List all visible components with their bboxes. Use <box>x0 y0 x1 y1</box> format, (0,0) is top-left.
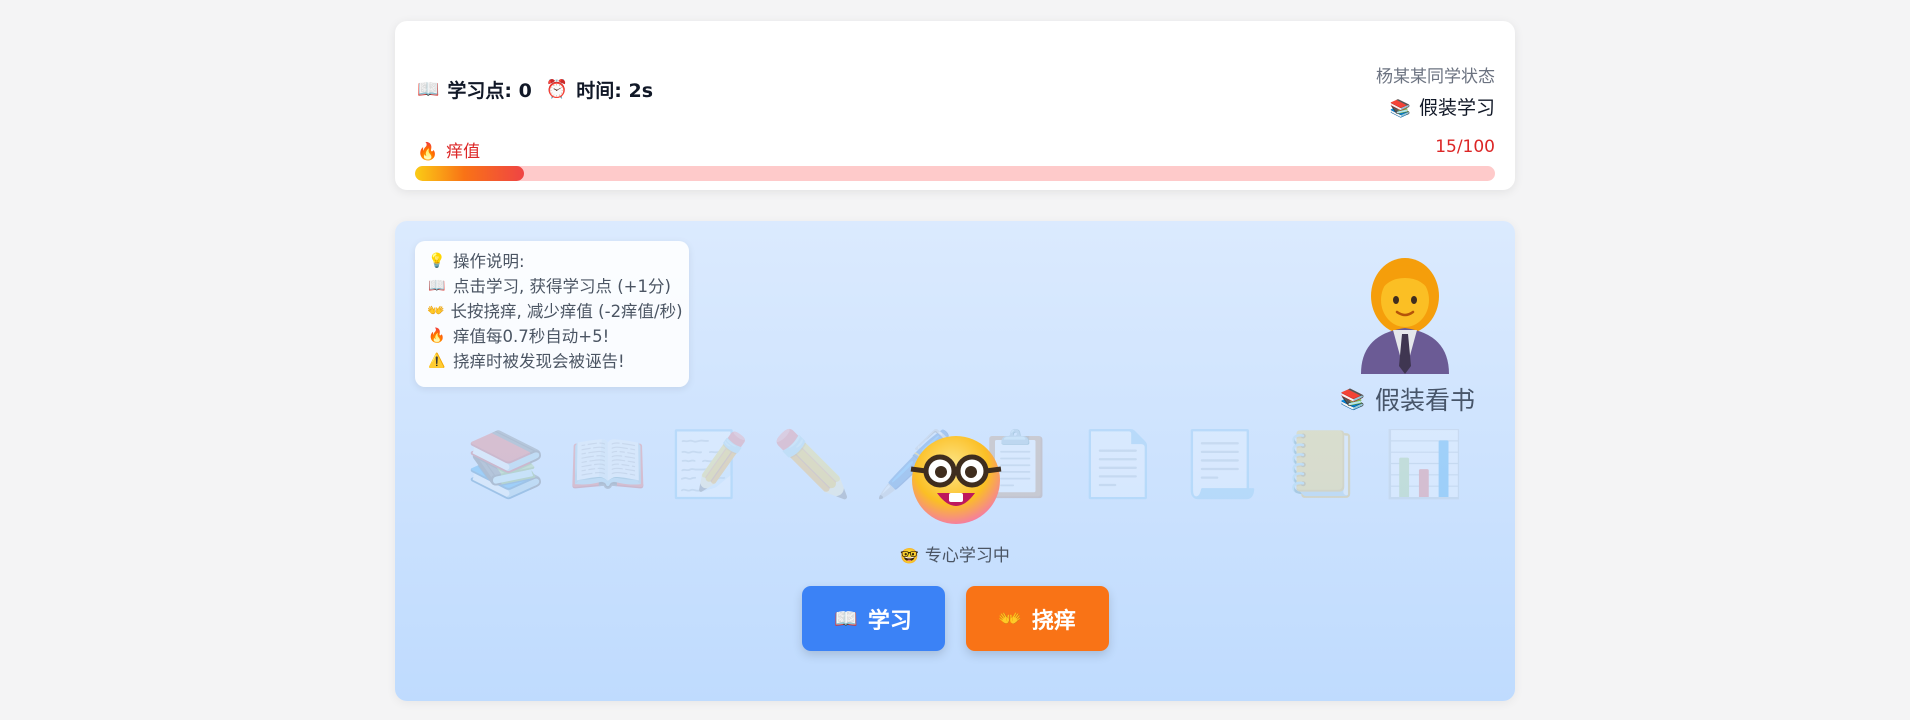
itch-label-row: 🔥 痒值 <box>417 137 480 162</box>
warning-icon: ⚠️ <box>428 353 446 369</box>
books-icon: 📚 <box>1389 99 1411 119</box>
itch-value: 15/100 <box>1435 137 1495 157</box>
student-status-label: 专心学习中 <box>924 546 1010 566</box>
student-status: 🤓 专心学习中 <box>395 541 1515 566</box>
fire-icon: 🔥 <box>428 328 446 344</box>
page-icon: 📄 <box>1078 428 1158 502</box>
open-book-icon: 📖 <box>568 428 648 502</box>
palms-up-icon: 👐 <box>427 303 445 319</box>
light-bulb-icon: 💡 <box>428 253 446 269</box>
books-icon: 📚 <box>466 428 546 502</box>
document-pen-icon: 📝 <box>670 428 750 502</box>
itch-progress-fill <box>415 166 524 181</box>
alarm-clock-icon: ⏰ <box>545 79 569 100</box>
scratch-button[interactable]: 👐 挠痒 <box>965 586 1109 651</box>
itch-label: 痒值 <box>446 142 481 162</box>
teacher-icon <box>1361 258 1449 374</box>
itch-header: 🔥 痒值 15/100 <box>417 137 1495 162</box>
elapsed-time: 时间: 2s <box>576 80 654 102</box>
scratch-button-label: 挠痒 <box>1031 608 1076 634</box>
nerd-face-icon <box>910 436 1002 524</box>
open-book-icon: 📖 <box>428 278 446 294</box>
bar-chart-icon: 📊 <box>1384 428 1464 502</box>
page-lines-icon: 📃 <box>1180 428 1260 502</box>
nerd-face-icon: 🤓 <box>900 547 919 565</box>
instruction-line: 👐 长按挠痒, 减少痒值 (-2痒值/秒) <box>427 299 683 324</box>
state-value: 假装学习 <box>1418 97 1495 119</box>
teacher-status-label: 假装看书 <box>1374 386 1475 415</box>
instruction-line: 📖 点击学习, 获得学习点 (+1分) <box>427 274 677 299</box>
action-buttons: 📖 学习 👐 挠痒 <box>395 586 1515 651</box>
student-state: 杨某某同学状态 📚 假装学习 <box>1376 62 1495 120</box>
instruction-line: 🔥 痒值每0.7秒自动+5! <box>427 324 677 349</box>
status-panel: 📖 学习点: 0 ⏰ 时间: 2s 杨某某同学状态 📚 假装学习 🔥 痒值 15/1… <box>395 21 1515 190</box>
instruction-text: 点击学习, 获得学习点 (+1分) <box>453 277 671 296</box>
stats-row: 📖 学习点: 0 ⏰ 时间: 2s <box>417 76 653 103</box>
state-title: 杨某某同学状态 <box>1376 67 1495 87</box>
books-icon: 📚 <box>1340 387 1365 411</box>
instructions-title-row: 💡 操作说明: <box>427 249 677 274</box>
open-book-icon: 📖 <box>834 608 858 630</box>
teacher-status: 📚 假装看书 <box>1340 381 1475 417</box>
itch-progress-bar <box>415 166 1495 181</box>
study-button[interactable]: 📖 学习 <box>801 586 945 651</box>
open-book-icon: 📖 <box>417 79 440 100</box>
fire-icon: 🔥 <box>417 142 439 162</box>
instruction-text: 挠痒时被发现会被诬告! <box>453 352 625 371</box>
state-value-row: 📚 假装学习 <box>1376 93 1495 120</box>
instruction-text: 痒值每0.7秒自动+5! <box>453 327 610 346</box>
raised-hands-icon: 👐 <box>998 608 1022 630</box>
instruction-line: ⚠️ 挠痒时被发现会被诬告! <box>427 349 677 374</box>
classroom-area: 💡 操作说明: 📖 点击学习, 获得学习点 (+1分) 👐 长按挠痒, 减少痒值 (-… <box>395 221 1515 701</box>
instructions-panel: 💡 操作说明: 📖 点击学习, 获得学习点 (+1分) 👐 长按挠痒, 减少痒值 (-… <box>415 241 689 387</box>
instructions-title: 操作说明: <box>453 252 525 271</box>
instruction-text: 长按挠痒, 减少痒值 (-2痒值/秒) <box>450 302 683 321</box>
pencil-icon: ✏️ <box>772 428 852 502</box>
study-button-label: 学习 <box>867 608 912 634</box>
notebook-icon: 📒 <box>1282 428 1362 502</box>
study-points: 学习点: 0 <box>447 80 532 102</box>
